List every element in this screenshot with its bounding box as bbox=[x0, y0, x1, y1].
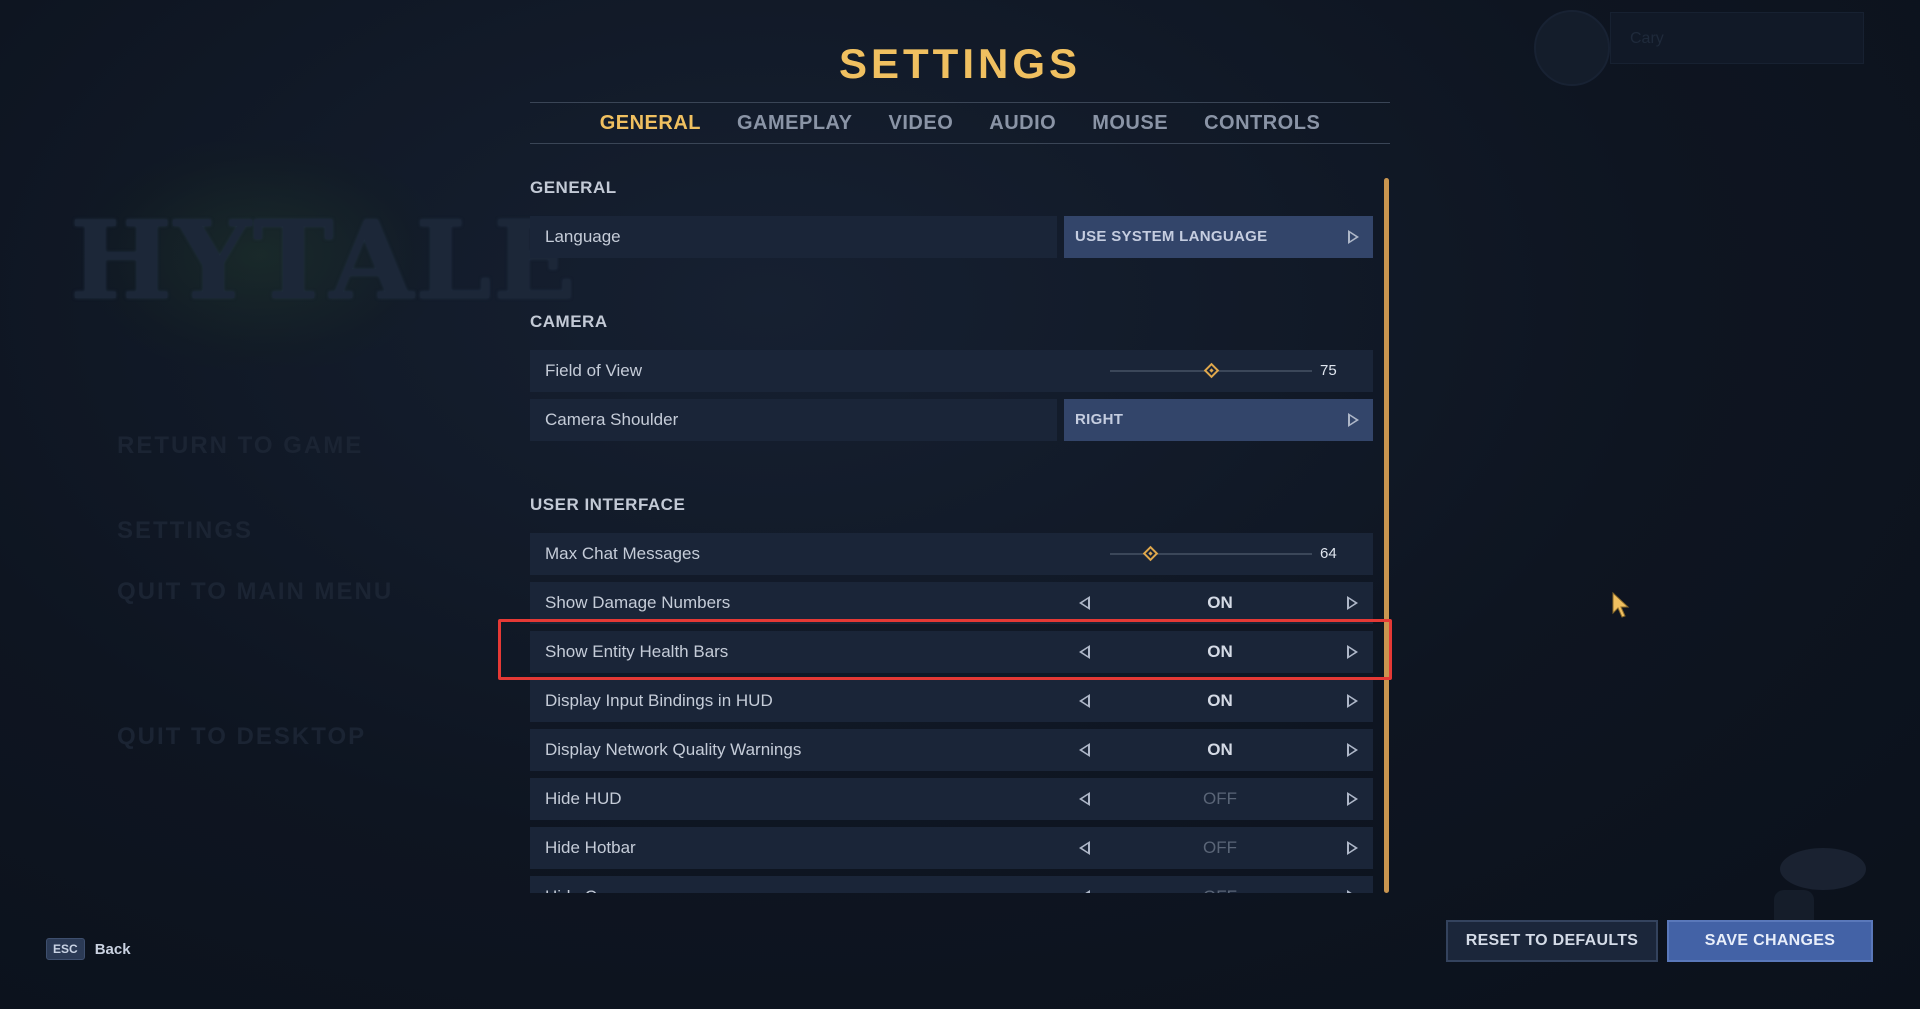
setting-language: Language USE SYSTEM LANGUAGE bbox=[530, 216, 1373, 258]
setting-show-damage-numbers: Show Damage Numbers ON bbox=[530, 582, 1373, 624]
right-arrow-icon[interactable] bbox=[1347, 841, 1358, 855]
slider-handle[interactable] bbox=[1143, 545, 1159, 562]
tab-general[interactable]: GENERAL bbox=[600, 112, 701, 135]
setting-label: Hide C bbox=[545, 876, 597, 893]
setting-show-entity-health-bars: Show Entity Health Bars ON bbox=[530, 631, 1373, 673]
slider-value: 64 bbox=[1320, 545, 1337, 562]
setting-display-input-bindings: Display Input Bindings in HUD ON bbox=[530, 680, 1373, 722]
slider-value: 75 bbox=[1320, 362, 1337, 379]
toggle-value: ON bbox=[1207, 691, 1233, 710]
reset-to-defaults-button[interactable]: RESET TO DEFAULTS bbox=[1446, 920, 1658, 962]
left-arrow-icon[interactable] bbox=[1079, 743, 1090, 757]
section-general-heading: GENERAL bbox=[530, 178, 617, 197]
right-arrow-icon[interactable] bbox=[1347, 596, 1358, 610]
tab-controls[interactable]: CONTROLS bbox=[1204, 112, 1320, 135]
setting-field-of-view: Field of View 75 bbox=[530, 350, 1373, 392]
fov-slider[interactable] bbox=[1110, 350, 1312, 392]
esc-key-icon: ESC bbox=[46, 938, 85, 960]
slider-handle[interactable] bbox=[1203, 362, 1220, 379]
setting-label: Display Network Quality Warnings bbox=[545, 740, 802, 759]
left-arrow-icon[interactable] bbox=[1079, 792, 1090, 806]
toggle-value: OFF bbox=[1203, 789, 1237, 808]
setting-label: Show Damage Numbers bbox=[545, 593, 731, 612]
setting-display-network-warnings: Display Network Quality Warnings ON bbox=[530, 729, 1373, 771]
toggle-value: ON bbox=[1207, 740, 1233, 759]
back-label: Back bbox=[94, 940, 131, 958]
setting-label: Hide HUD bbox=[545, 789, 622, 808]
camera-shoulder-dropdown[interactable]: RIGHT bbox=[1064, 399, 1373, 441]
toggle-value: OFF bbox=[1090, 876, 1350, 893]
bg-menu-settings: SETTINGS bbox=[117, 517, 254, 544]
setting-camera-shoulder: Camera Shoulder RIGHT bbox=[530, 399, 1373, 441]
left-arrow-icon[interactable] bbox=[1079, 694, 1090, 708]
setting-hide-hud: Hide HUD OFF bbox=[530, 778, 1373, 820]
bg-menu-quit-to-desktop: QUIT TO DESKTOP bbox=[117, 723, 367, 750]
cursor-arrow-icon bbox=[1612, 592, 1630, 618]
right-arrow-icon[interactable] bbox=[1347, 743, 1358, 757]
right-arrow-icon[interactable] bbox=[1347, 890, 1358, 893]
tab-gameplay[interactable]: GAMEPLAY bbox=[737, 112, 853, 135]
settings-tabs: GENERAL GAMEPLAY VIDEO AUDIO MOUSE CONTR… bbox=[530, 102, 1390, 144]
stage: HYTALE RETURN TO GAME SETTINGS QUIT TO M… bbox=[0, 0, 1920, 1009]
setting-label: Hide Hotbar bbox=[545, 838, 636, 857]
mascot-speech-bubble bbox=[1780, 848, 1866, 890]
setting-label: Display Input Bindings in HUD bbox=[545, 691, 773, 710]
back-hint[interactable]: ESC Back bbox=[46, 938, 131, 960]
right-arrow-icon[interactable] bbox=[1347, 645, 1358, 659]
scrollbar[interactable] bbox=[1384, 178, 1389, 893]
logo-text: HYTALE bbox=[70, 198, 578, 324]
dropdown-value: USE SYSTEM LANGUAGE bbox=[1075, 228, 1268, 245]
left-arrow-icon[interactable] bbox=[1079, 841, 1090, 855]
setting-hide-c-partial: Hide C OFF bbox=[530, 876, 1373, 893]
setting-hide-hotbar: Hide Hotbar OFF bbox=[530, 827, 1373, 869]
language-dropdown[interactable]: USE SYSTEM LANGUAGE bbox=[1064, 216, 1373, 258]
toggle-value: ON bbox=[1207, 593, 1233, 612]
play-arrow-icon bbox=[1348, 413, 1359, 427]
left-arrow-icon[interactable] bbox=[1079, 596, 1090, 610]
tab-mouse[interactable]: MOUSE bbox=[1092, 112, 1168, 135]
section-user-interface-heading: USER INTERFACE bbox=[530, 495, 686, 514]
right-arrow-icon[interactable] bbox=[1347, 792, 1358, 806]
setting-label: Max Chat Messages bbox=[545, 544, 700, 563]
setting-label: Field of View bbox=[545, 361, 643, 380]
right-arrow-icon[interactable] bbox=[1347, 694, 1358, 708]
setting-label: Camera Shoulder bbox=[545, 410, 679, 429]
play-arrow-icon bbox=[1348, 230, 1359, 244]
section-camera-heading: CAMERA bbox=[530, 312, 608, 331]
game-logo: HYTALE bbox=[70, 140, 578, 370]
tab-video[interactable]: VIDEO bbox=[889, 112, 954, 135]
bg-menu-return-to-game: RETURN TO GAME bbox=[117, 432, 364, 459]
slider-track bbox=[1110, 553, 1312, 555]
settings-list[interactable]: GENERAL Language USE SYSTEM LANGUAGE CAM… bbox=[530, 170, 1390, 893]
left-arrow-icon[interactable] bbox=[1079, 645, 1090, 659]
bg-menu-quit-to-main-menu: QUIT TO MAIN MENU bbox=[117, 578, 394, 605]
page-title: SETTINGS bbox=[838, 40, 1082, 87]
setting-label: Language bbox=[545, 227, 621, 246]
setting-max-chat-messages: Max Chat Messages 64 bbox=[530, 533, 1373, 575]
left-arrow-icon[interactable] bbox=[1079, 890, 1090, 893]
toggle-value: ON bbox=[1207, 642, 1233, 661]
dropdown-value: RIGHT bbox=[1075, 411, 1124, 428]
setting-label: Show Entity Health Bars bbox=[545, 642, 729, 661]
max-chat-slider[interactable] bbox=[1110, 533, 1312, 575]
tab-audio[interactable]: AUDIO bbox=[989, 112, 1056, 135]
save-changes-button[interactable]: SAVE CHANGES bbox=[1667, 920, 1873, 962]
toggle-value: OFF bbox=[1203, 838, 1237, 857]
